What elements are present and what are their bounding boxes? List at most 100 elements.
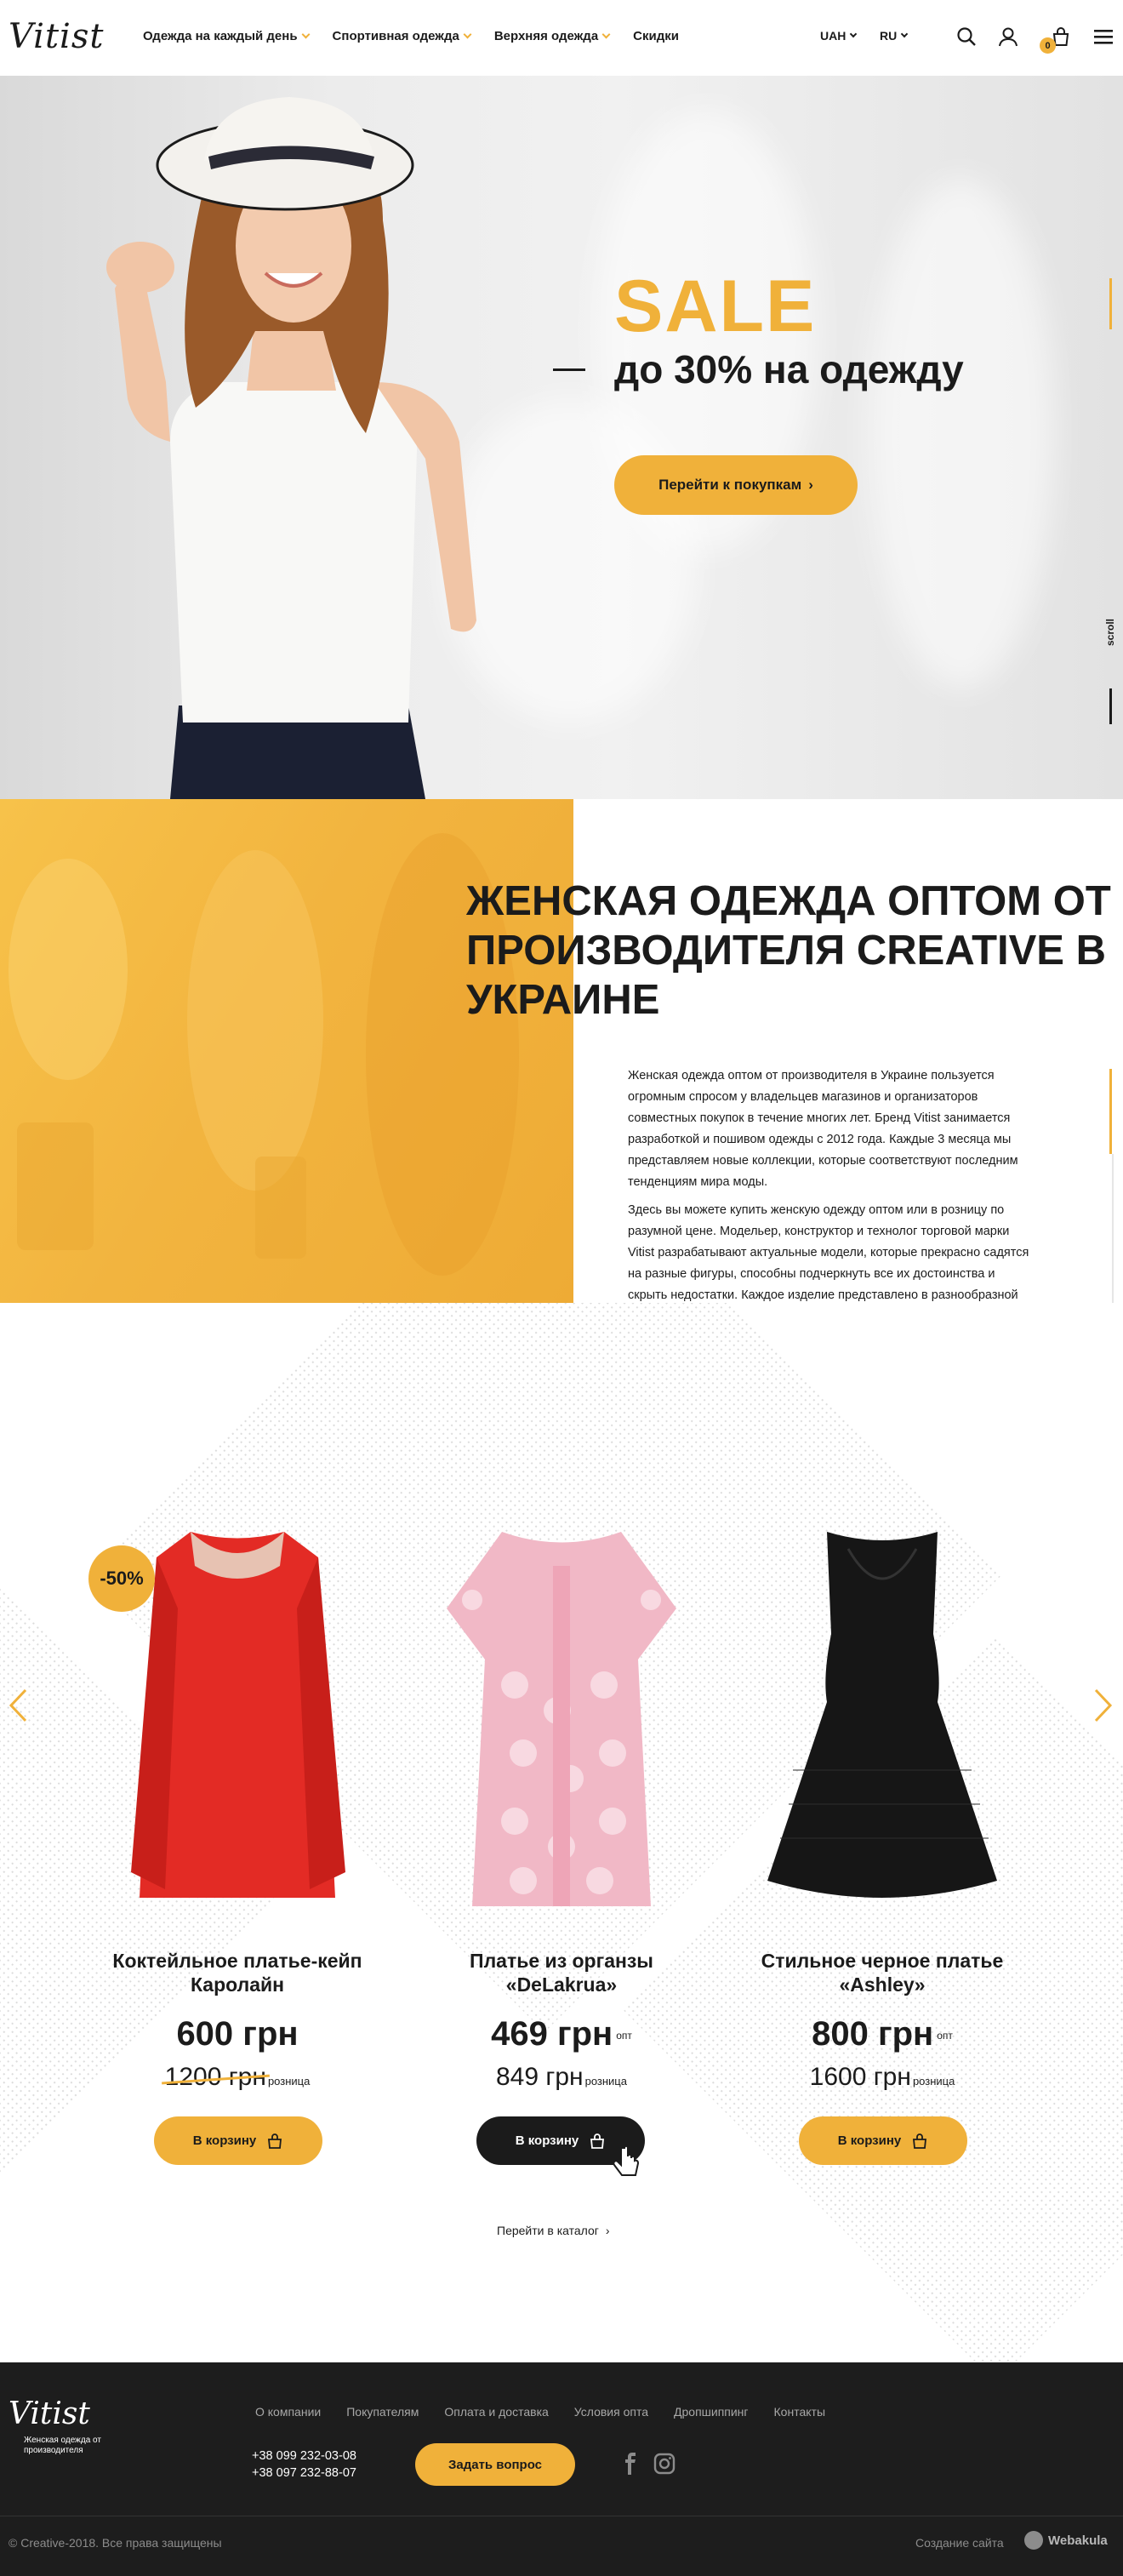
shop-now-label: Перейти к покупкам: [658, 477, 802, 493]
nav-label: Спортивная одежда: [332, 29, 459, 43]
scroll-line: [1109, 688, 1112, 724]
site-header: Vitist Одежда на каждый день Спортивная …: [0, 0, 1123, 76]
footer-menu: О компании Покупателям Оплата и доставка…: [255, 2405, 825, 2419]
about-image: [0, 799, 573, 1303]
product-price: 800 грн опт: [742, 2015, 1023, 2053]
product-name[interactable]: Стильное черное платье «Ashley»: [742, 1949, 1023, 1996]
shop-now-button[interactable]: Перейти к покупкам ›: [614, 455, 858, 515]
about-paragraph: Женская одежда оптом от производителя в …: [628, 1069, 1018, 1189]
instagram-icon[interactable]: [653, 2453, 676, 2475]
product-image[interactable]: [742, 1515, 1023, 1923]
section-indicator: [1109, 1069, 1112, 1154]
ask-question-button[interactable]: Задать вопрос: [415, 2443, 575, 2486]
phone-number[interactable]: +38 099 232-03-08: [252, 2447, 356, 2465]
studio-name: Webakula: [1048, 2533, 1108, 2548]
user-icon[interactable]: [997, 26, 1019, 48]
scroll-label: scroll: [1104, 618, 1116, 646]
footer-logo[interactable]: Vitist: [9, 2396, 90, 2431]
nav-label: Одежда на каждый день: [143, 29, 298, 43]
footer-link-customers[interactable]: Покупателям: [346, 2405, 419, 2419]
nav-item-sport[interactable]: Спортивная одежда: [332, 29, 472, 43]
product-name[interactable]: Платье из органзы «DeLakrua»: [421, 1949, 702, 1996]
studio-link[interactable]: Webakula: [1024, 2531, 1108, 2550]
product-card[interactable]: [742, 1515, 1023, 1928]
footer-link-contacts[interactable]: Контакты: [774, 2405, 825, 2419]
hero-background-shape: [868, 178, 1055, 688]
product-image[interactable]: [421, 1515, 702, 1923]
facebook-icon[interactable]: [619, 2453, 641, 2475]
product-price: 469 грн опт: [421, 2015, 702, 2053]
menu-icon[interactable]: [1092, 26, 1114, 48]
hero-model-image: [106, 97, 476, 799]
add-to-cart-label: В корзину: [192, 2133, 257, 2148]
nav-label: Скидки: [633, 29, 679, 43]
cart-count-badge: 0: [1040, 37, 1056, 54]
about-text: Женская одежда оптом от производителя в …: [628, 1065, 1036, 1328]
hero-banner: SALE до 30% на одежду Перейти к покупкам…: [0, 76, 1123, 799]
product-retail-price: 1200 грн розница: [97, 2063, 378, 2092]
main-nav: Одежда на каждый день Спортивная одежда …: [143, 29, 679, 43]
product-name[interactable]: Коктейльное платье-кейп Каролайн: [97, 1949, 378, 1996]
bag-icon: [268, 2133, 282, 2149]
nav-item-sale[interactable]: Скидки: [633, 29, 679, 43]
site-footer: Vitist Женская одежда от производителя О…: [0, 2362, 1123, 2576]
add-to-cart-button[interactable]: В корзину: [799, 2116, 967, 2165]
slider-next-arrow[interactable]: [1092, 1687, 1114, 1724]
currency-select[interactable]: UAH: [820, 29, 858, 43]
retail-note: розница: [584, 2075, 627, 2088]
bag-icon: [913, 2133, 927, 2149]
product-retail-price: 849 грн розница: [421, 2063, 702, 2092]
slider-prev-arrow[interactable]: [7, 1687, 29, 1724]
hero-subtitle: до 30% на одежду: [614, 347, 964, 391]
language-select[interactable]: RU: [880, 29, 909, 43]
add-to-cart-label: В корзину: [515, 2133, 579, 2148]
price-note: опт: [937, 2030, 953, 2042]
product-price: 600 грн: [97, 2015, 378, 2053]
nav-item-everyday[interactable]: Одежда на каждый день: [143, 29, 310, 43]
footer-link-about[interactable]: О компании: [255, 2405, 321, 2419]
discount-badge: -50%: [88, 1545, 155, 1612]
nav-item-outerwear[interactable]: Верхняя одежда: [493, 29, 611, 43]
bag-icon: [590, 2133, 605, 2149]
nav-label: Верхняя одежда: [493, 29, 599, 43]
price-value: 600 грн: [176, 2015, 299, 2053]
footer-tagline: Женская одежда от производителя: [24, 2436, 101, 2455]
chevron-down-icon: [850, 30, 858, 38]
footer-link-delivery[interactable]: Оплата и доставка: [444, 2405, 548, 2419]
currency-label: UAH: [820, 29, 847, 43]
catalog-link-label: Перейти в каталог: [497, 2224, 599, 2237]
chevron-down-icon: [463, 30, 472, 39]
copyright: © Creative-2018. Все права защищены: [9, 2536, 222, 2550]
made-by-label: Создание сайта: [915, 2536, 1004, 2550]
hero-subtitle-row: до 30% на одежду: [553, 346, 964, 392]
slide-indicator[interactable]: [1109, 278, 1112, 329]
old-price: 1200 грн: [164, 2063, 266, 2091]
add-to-cart-label: В корзину: [837, 2133, 902, 2148]
price-value: 469 грн: [491, 2015, 613, 2053]
chevron-right-icon: ›: [605, 2224, 610, 2237]
chevron-down-icon: [900, 30, 909, 38]
footer-link-dropshipping[interactable]: Дропшиппинг: [674, 2405, 749, 2419]
search-icon[interactable]: [955, 26, 978, 48]
about-photo-overlay: [9, 833, 519, 1276]
retail-price-value: 1600 грн: [809, 2063, 911, 2091]
hand-cursor-icon: [613, 2145, 640, 2176]
product-retail-price: 1600 грн розница: [742, 2063, 1023, 2092]
add-to-cart-button[interactable]: В корзину: [154, 2116, 322, 2165]
chevron-down-icon: [301, 30, 310, 39]
hero-dash: [553, 368, 585, 371]
hero-title: SALE: [614, 266, 817, 347]
price-value: 800 грн: [812, 2015, 934, 2053]
product-card[interactable]: [421, 1515, 702, 1928]
footer-link-wholesale[interactable]: Условия опта: [574, 2405, 648, 2419]
phone-number[interactable]: +38 097 232-88-07: [252, 2465, 356, 2482]
logo[interactable]: Vitist: [9, 17, 104, 56]
retail-price-value: 849 грн: [496, 2063, 584, 2091]
price-note: опт: [616, 2030, 632, 2042]
go-to-catalog-link[interactable]: Перейти в каталог ›: [497, 2224, 610, 2237]
footer-phones: +38 099 232-03-08 +38 097 232-88-07: [252, 2447, 356, 2482]
chevron-down-icon: [601, 30, 611, 39]
about-title: ЖЕНСКАЯ ОДЕЖДА ОПТОМ ОТ ПРОИЗВОДИТЕЛЯ CR…: [466, 878, 1111, 1023]
retail-note: розница: [267, 2075, 311, 2088]
studio-logo-icon: [1024, 2531, 1043, 2550]
